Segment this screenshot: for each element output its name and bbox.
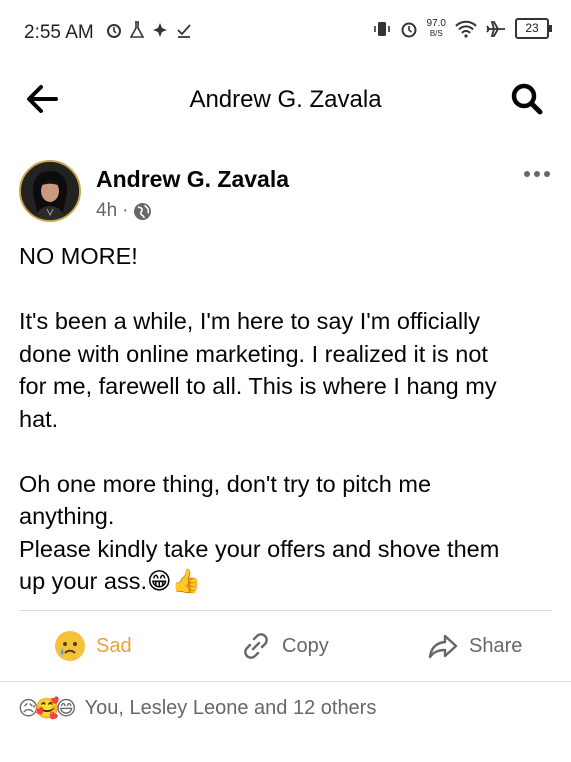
search-icon (511, 83, 543, 115)
share-label: Share (469, 634, 523, 657)
post-line: NO MORE! (19, 243, 138, 269)
copy-button[interactable]: Copy (240, 612, 329, 680)
airplane-icon (486, 20, 505, 37)
post-line: hat. (19, 405, 59, 432)
post-line: Please kindly take your offers and shove… (19, 535, 500, 562)
post-line: Oh one more thing, don't try to pitch me (19, 470, 432, 497)
share-button[interactable]: Share (427, 612, 522, 680)
link-icon (244, 633, 268, 659)
reactions-text: You, Lesley Leone and 12 others (84, 697, 377, 719)
post-time[interactable]: 4h (96, 200, 117, 222)
sad-label: Sad (96, 634, 132, 657)
share-icon (428, 634, 458, 659)
battery-indicator: 23 (515, 18, 552, 39)
alarm-icon (107, 24, 121, 38)
reactions-summary[interactable]: 😥 🥰 😄 You, Lesley Leone and 12 others (18, 696, 376, 721)
profile-photo (21, 162, 79, 220)
network-speed-value: 97.0 (426, 17, 446, 29)
globe-icon (134, 202, 152, 220)
more-options-button[interactable] (521, 164, 553, 184)
divider (0, 681, 571, 682)
post-line: for me, farewell to all. This is where I… (19, 373, 497, 399)
post-text: NO MORE! It's been a while, I'm here to … (19, 240, 549, 598)
post-actions: Sad Copy Share (0, 612, 571, 680)
post-line: anything. (19, 503, 115, 529)
avatar[interactable] (19, 160, 81, 222)
sad-reaction-button[interactable]: Sad (54, 612, 132, 680)
post-header: Andrew G. Zavala 4h · (0, 152, 571, 232)
page-title: Andrew G. Zavala (189, 86, 382, 113)
status-time: 2:55 AM (24, 22, 94, 43)
flask-icon (130, 21, 144, 38)
check-icon (177, 24, 191, 38)
alarm-icon (401, 22, 417, 37)
search-button[interactable] (507, 80, 547, 120)
status-notification-icons (106, 21, 192, 39)
sparkle-icon (153, 23, 167, 37)
wifi-icon (455, 20, 477, 38)
post-line: up your ass.😁👍 (19, 568, 201, 594)
network-speed-unit: B/S (429, 28, 443, 38)
more-dots-icon (524, 171, 550, 177)
meta-separator: · (122, 200, 129, 221)
haha-emoji: 😄 (55, 698, 77, 720)
app-header: Andrew G. Zavala (0, 70, 571, 128)
reaction-emojis: 😥 🥰 😄 (18, 696, 77, 721)
post-line: done with online marketing. I realized i… (19, 340, 488, 367)
post-line: It's been a while, I'm here to say I'm o… (19, 308, 481, 334)
copy-label: Copy (282, 634, 329, 657)
network-speed: 97.0 B/S (426, 17, 446, 39)
status-system-icons: 97.0 B/S 23 (373, 17, 552, 39)
status-bar: 2:55 AM 97.0 B/S 23 (0, 0, 571, 64)
vibrate-icon (373, 21, 390, 36)
divider (19, 610, 552, 611)
post-author[interactable]: Andrew G. Zavala (96, 166, 289, 193)
post-meta: 4h · (96, 200, 152, 222)
sad-face-icon (55, 631, 85, 661)
